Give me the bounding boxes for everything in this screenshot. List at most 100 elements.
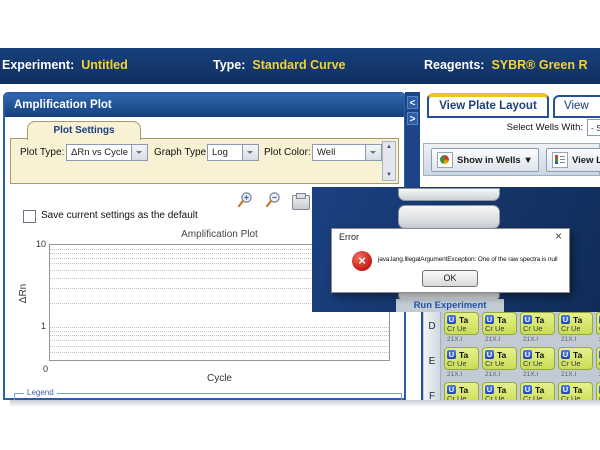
save-default-checkbox[interactable] xyxy=(23,210,36,223)
well-sample-label: 21X.I xyxy=(447,371,462,378)
panel-title: Amplification Plot xyxy=(5,94,404,117)
plot-type-value: ΔRn vs Cycle xyxy=(71,147,128,158)
plot-type-label: Plot Type: xyxy=(20,147,64,158)
plate-well[interactable]: UTaCr Ue21X.I xyxy=(481,312,519,347)
app-window: Experiment:Untitled Type:Standard Curve … xyxy=(0,0,600,450)
y-tick-10: 10 xyxy=(24,239,46,249)
well-target: Ta xyxy=(535,315,544,325)
well-line2: Cr Ue xyxy=(485,395,514,400)
select-wells-dropdown[interactable]: - S xyxy=(587,119,600,136)
chart-y-axis-label: ΔRn xyxy=(18,284,29,303)
expand-right-icon[interactable]: > xyxy=(407,112,418,125)
plot-color-select[interactable]: Well xyxy=(312,144,382,161)
panel-divider: < > xyxy=(405,92,420,187)
close-icon[interactable]: × xyxy=(555,229,562,243)
plate-row-label[interactable]: F xyxy=(424,382,441,400)
unknown-task-icon: U xyxy=(447,350,456,359)
legend-groupbox xyxy=(14,393,402,400)
plate-row-label[interactable]: D xyxy=(424,312,441,347)
chevron-down-icon[interactable] xyxy=(242,145,258,160)
graph-type-value: Log xyxy=(212,147,228,158)
well-target: Ta xyxy=(497,385,506,395)
plate-well[interactable]: UTaCr Ue21X.I xyxy=(595,312,600,347)
run-panel-button-middle[interactable] xyxy=(398,205,500,229)
plate-well[interactable]: UTaCr Ue21X.I xyxy=(481,382,519,400)
unknown-task-icon: U xyxy=(485,315,494,324)
plate-well[interactable]: UTaCr Ue21X.I xyxy=(443,382,481,400)
print-icon[interactable] xyxy=(292,195,310,210)
experiment-value: Untitled xyxy=(81,58,128,72)
well-target: Ta xyxy=(459,315,468,325)
plate-well[interactable]: UTaCr Ue21X.I xyxy=(595,382,600,400)
settings-scrollbar[interactable]: ▲ ▼ xyxy=(382,141,396,181)
well-sample-label: 21X.I xyxy=(523,336,538,343)
zoom-out-icon[interactable] xyxy=(264,191,282,209)
plate-well[interactable]: UTaCr Ue21X.I xyxy=(519,347,557,382)
scroll-up-icon[interactable]: ▲ xyxy=(383,142,395,152)
well-body: UTaCr Ue xyxy=(558,312,593,335)
graph-type-select[interactable]: Log xyxy=(207,144,259,161)
well-body: UTaCr Ue xyxy=(520,382,555,400)
well-line2: Cr Ue xyxy=(447,395,476,400)
tab-plot-settings[interactable]: Plot Settings xyxy=(27,121,141,140)
well-body: UTaCr Ue xyxy=(596,347,600,370)
plot-type-select[interactable]: ΔRn vs Cycle xyxy=(66,144,148,161)
unknown-task-icon: U xyxy=(485,385,494,394)
type-label: Type: xyxy=(213,58,245,72)
plate-toolbar: Show in Wells ▼ View L xyxy=(423,143,600,176)
plate-row-label[interactable]: E xyxy=(424,347,441,382)
unknown-task-icon: U xyxy=(447,385,456,394)
chart-gridline xyxy=(50,327,389,328)
experiment-header-bar: Experiment:Untitled Type:Standard Curve … xyxy=(0,48,600,84)
plate-well[interactable]: UTaCr Ue21X.I xyxy=(595,347,600,382)
well-target: Ta xyxy=(497,315,506,325)
plate-well[interactable]: UTaCr Ue21X.I xyxy=(481,347,519,382)
plate-well[interactable]: UTaCr Ue21X.I xyxy=(557,347,595,382)
well-line2: Cr Ue xyxy=(485,360,514,368)
well-target: Ta xyxy=(497,350,506,360)
window-shadow xyxy=(10,400,600,406)
unknown-task-icon: U xyxy=(561,350,570,359)
plate-well[interactable]: UTaCr Ue21X.I xyxy=(557,382,595,400)
error-icon: × xyxy=(352,251,372,271)
well-body: UTaCr Ue xyxy=(482,382,517,400)
plate-grid: DUTaCr Ue21X.IUTaCr Ue21X.IUTaCr Ue21X.I… xyxy=(421,312,600,400)
select-wells-label: Select Wells With: xyxy=(430,122,583,133)
unknown-task-icon: U xyxy=(523,315,532,324)
dialog-title: Error xyxy=(339,232,359,242)
plate-well[interactable]: UTaCr Ue21X.I xyxy=(519,382,557,400)
well-body: UTaCr Ue xyxy=(444,312,479,335)
collapse-left-icon[interactable]: < xyxy=(407,96,418,109)
save-default-label: Save current settings as the default xyxy=(41,210,198,221)
view-legend-button[interactable]: View L xyxy=(546,148,600,172)
type-value: Standard Curve xyxy=(252,58,345,72)
unknown-task-icon: U xyxy=(523,385,532,394)
run-experiment-button[interactable]: Run Experiment xyxy=(396,299,504,312)
run-panel-button-top[interactable] xyxy=(398,188,500,201)
plate-well[interactable]: UTaCr Ue21X.I xyxy=(443,347,481,382)
plate-well[interactable]: UTaCr Ue21X.I xyxy=(557,312,595,347)
show-in-wells-button[interactable]: Show in Wells ▼ xyxy=(431,148,539,172)
well-line2: Cr Ue xyxy=(561,325,590,333)
well-target: Ta xyxy=(573,385,582,395)
well-target: Ta xyxy=(535,350,544,360)
chevron-down-icon[interactable] xyxy=(365,145,381,160)
experiment-field: Experiment:Untitled xyxy=(2,58,128,72)
chevron-down-icon[interactable] xyxy=(131,145,147,160)
tab-view-plate-layout[interactable]: View Plate Layout xyxy=(427,93,549,118)
well-body: UTaCr Ue xyxy=(482,312,517,335)
ok-button[interactable]: OK xyxy=(422,270,478,287)
well-body: UTaCr Ue xyxy=(444,382,479,400)
well-sample-label: 21X.I xyxy=(523,371,538,378)
plate-well[interactable]: UTaCr Ue 21X.I xyxy=(519,312,557,347)
well-body: UTaCr Ue xyxy=(596,382,600,400)
well-line2: Cr Ue xyxy=(523,325,552,333)
well-line2: Cr Ue xyxy=(447,360,476,368)
tab-view-well-table[interactable]: View xyxy=(553,95,600,118)
zoom-in-icon[interactable] xyxy=(236,191,254,209)
plate-well[interactable]: UTaCr Ue21X.I xyxy=(443,312,481,347)
well-sample-label: 21X.I xyxy=(485,336,500,343)
unknown-task-icon: U xyxy=(447,315,456,324)
scroll-down-icon[interactable]: ▼ xyxy=(383,170,395,180)
well-target: Ta xyxy=(573,315,582,325)
